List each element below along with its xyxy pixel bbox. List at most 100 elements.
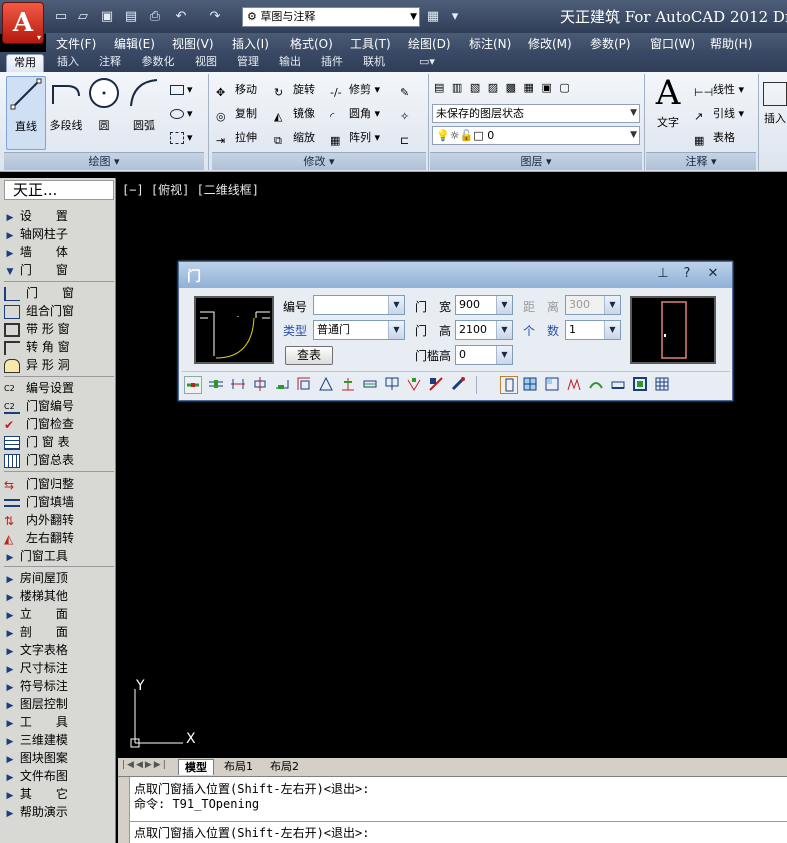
layer-tools-row[interactable]: ▤ ▥ ▧ ▨ ▩ ▦ ▣ ▢	[434, 78, 572, 98]
workspace-select[interactable]: ⚙ 草图与注释 ▼	[242, 7, 420, 27]
stretch-button[interactable]: ⇥ 拉伸	[216, 128, 257, 148]
pin-icon[interactable]: ⊥	[655, 266, 671, 282]
ribbon-minimize-icon[interactable]: ▭▾	[410, 54, 444, 72]
arc-window-icon[interactable]	[588, 376, 606, 394]
menu-view[interactable]: 视图(V)	[172, 35, 214, 52]
offset-button[interactable]: ⊏	[400, 128, 419, 148]
new-file-icon[interactable]: ▭	[52, 8, 70, 26]
menu-parameter[interactable]: 参数(P)	[590, 35, 631, 52]
tab-annotate[interactable]: 注释	[92, 54, 128, 72]
menu-help[interactable]: 帮助(H)	[710, 35, 752, 52]
palette-item-door-normalize[interactable]: ⇆ 门窗归整	[4, 475, 114, 493]
menu-file[interactable]: 文件(F)	[56, 35, 96, 52]
arc-tool-button[interactable]: 圆弧	[124, 76, 164, 148]
palette-category-stairs[interactable]: ▶ 楼梯其他	[4, 587, 114, 605]
query-table-button[interactable]: 查表	[285, 346, 333, 365]
open-folder-icon[interactable]: ▱	[74, 8, 92, 26]
palette-item-door-table[interactable]: 门 窗 表	[4, 433, 114, 451]
palette-item-flip-left-right[interactable]: ◭ 左右翻转	[4, 529, 114, 547]
insert-free-icon[interactable]	[184, 376, 202, 394]
draw-panel-title[interactable]: 绘图 ▾	[4, 152, 204, 170]
redo-icon[interactable]: ↷	[206, 8, 224, 26]
trim-button[interactable]: -/- 修剪 ▾	[330, 80, 380, 100]
palette-item-door-check[interactable]: ✔ 门窗检查	[4, 415, 114, 433]
bay-window-icon[interactable]	[610, 376, 628, 394]
insert-block-button[interactable]: 插入	[762, 76, 787, 148]
palette-item-combined-door[interactable]: 组合门窗	[4, 302, 114, 320]
sub-door-icon[interactable]	[566, 376, 584, 394]
tab-nav-arrows-icon[interactable]: |◀◀▶▶|	[122, 760, 168, 770]
insert-wall-segment-icon[interactable]	[296, 376, 314, 394]
insert-full-wall-icon[interactable]	[362, 376, 380, 394]
help-icon[interactable]: ?	[679, 266, 695, 282]
command-prompt[interactable]: 点取门窗插入位置(Shift-左右开)<退出>:	[134, 824, 369, 841]
tab-manage[interactable]: 管理	[230, 54, 266, 72]
palette-category-axis[interactable]: ▶ 轴网柱子	[4, 225, 114, 243]
tab-model[interactable]: 模型	[178, 759, 214, 775]
palette-item-strip-window[interactable]: 带 形 窗	[4, 320, 114, 338]
palette-item-door-window[interactable]: 门 窗	[4, 284, 114, 302]
erase-button[interactable]: ✎	[400, 80, 419, 100]
menu-tools[interactable]: 工具(T)	[350, 35, 391, 52]
copy-button[interactable]: ◎ 复制	[216, 104, 257, 124]
explode-button[interactable]: ✧	[400, 104, 419, 124]
rectangle-tool-button[interactable]: ▾	[170, 80, 193, 100]
palette-category-room-roof[interactable]: ▶ 房间屋顶	[4, 569, 114, 587]
palette-item-corner-window[interactable]: 转 角 窗	[4, 338, 114, 356]
insert-angle-icon[interactable]	[318, 376, 336, 394]
palette-category-tools[interactable]: ▶ 工 具	[4, 713, 114, 731]
layer-select[interactable]: 💡☼🔓□ 0 ▼	[432, 126, 640, 145]
save-as-icon[interactable]: ▤	[122, 8, 140, 26]
dialog-title-bar[interactable]	[179, 262, 732, 288]
circle-tool-button[interactable]: 圆	[84, 76, 124, 148]
fillet-button[interactable]: ◜ 圆角 ▾	[330, 104, 380, 124]
rotate-button[interactable]: ↻ 旋转	[274, 80, 315, 100]
region-tool-button[interactable]: ▾	[170, 128, 193, 148]
door-window-combo-icon[interactable]	[544, 376, 562, 394]
insert-room-icon[interactable]	[406, 376, 424, 394]
palette-item-door-fill-wall[interactable]: 门窗填墙	[4, 493, 114, 511]
width-combo[interactable]: 900 ▼	[455, 295, 513, 315]
palette-category-file-layout[interactable]: ▶ 文件布图	[4, 767, 114, 785]
insert-axis-center-icon[interactable]	[252, 376, 270, 394]
hatch-tool-button[interactable]: ▾	[170, 104, 193, 124]
workspace-switch-icon[interactable]: ▦	[424, 8, 442, 26]
palette-item-special-hole[interactable]: 异 形 洞	[4, 356, 114, 374]
modify-panel-title[interactable]: 修改 ▾	[212, 152, 426, 170]
mirror-button[interactable]: ◭ 镜像	[274, 104, 315, 124]
palette-category-text-table[interactable]: ▶ 文字表格	[4, 641, 114, 659]
close-icon[interactable]: ✕	[705, 266, 721, 282]
tab-plugins[interactable]: 插件	[314, 54, 350, 72]
viewport-controls-label[interactable]: [−] [俯视] [二维线框]	[122, 181, 259, 198]
insert-by-count-icon[interactable]	[230, 376, 248, 394]
application-menu-button[interactable]: A ▾	[2, 2, 44, 44]
replace-icon[interactable]	[428, 376, 446, 394]
save-icon[interactable]: ▣	[98, 8, 116, 26]
menu-draw[interactable]: 绘图(D)	[408, 35, 451, 52]
insert-along-wall-icon[interactable]	[208, 376, 226, 394]
palette-category-other[interactable]: ▶ 其 它	[4, 785, 114, 803]
tab-parametric[interactable]: 参数化	[134, 54, 182, 72]
tab-home[interactable]: 常用	[6, 54, 44, 72]
pick-icon[interactable]	[450, 376, 468, 394]
height-combo[interactable]: 2100 ▼	[455, 320, 513, 340]
window-type-icon[interactable]	[522, 376, 540, 394]
text-tool-button[interactable]: A 文字	[648, 76, 688, 148]
command-window[interactable]: 点取门窗插入位置(Shift-左右开)<退出>: 命令: T91_TOpenin…	[118, 776, 787, 843]
menu-insert[interactable]: 插入(I)	[232, 35, 269, 52]
tab-online[interactable]: 联机	[356, 54, 392, 72]
palette-category-help-demo[interactable]: ▶ 帮助演示	[4, 803, 114, 821]
linear-dim-button[interactable]: ⊢⊣线性 ▾	[694, 80, 744, 100]
move-button[interactable]: ✥ 移动	[216, 80, 257, 100]
scale-button[interactable]: ⧉ 缩放	[274, 128, 315, 148]
customize-qa-chevron-icon[interactable]: ▾	[446, 8, 464, 26]
sill-height-combo[interactable]: 0 ▼	[455, 345, 513, 365]
palette-category-settings[interactable]: ▶ 设 置	[4, 207, 114, 225]
palette-category-layer-control[interactable]: ▶ 图层控制	[4, 695, 114, 713]
tab-view[interactable]: 视图	[188, 54, 224, 72]
hole-icon[interactable]	[632, 376, 650, 394]
insert-grid-icon[interactable]	[384, 376, 402, 394]
palette-item-door-number[interactable]: C2 门窗编号	[4, 397, 114, 415]
door-type-icon[interactable]	[500, 376, 518, 394]
palette-item-number-settings[interactable]: C2 编号设置	[4, 379, 114, 397]
